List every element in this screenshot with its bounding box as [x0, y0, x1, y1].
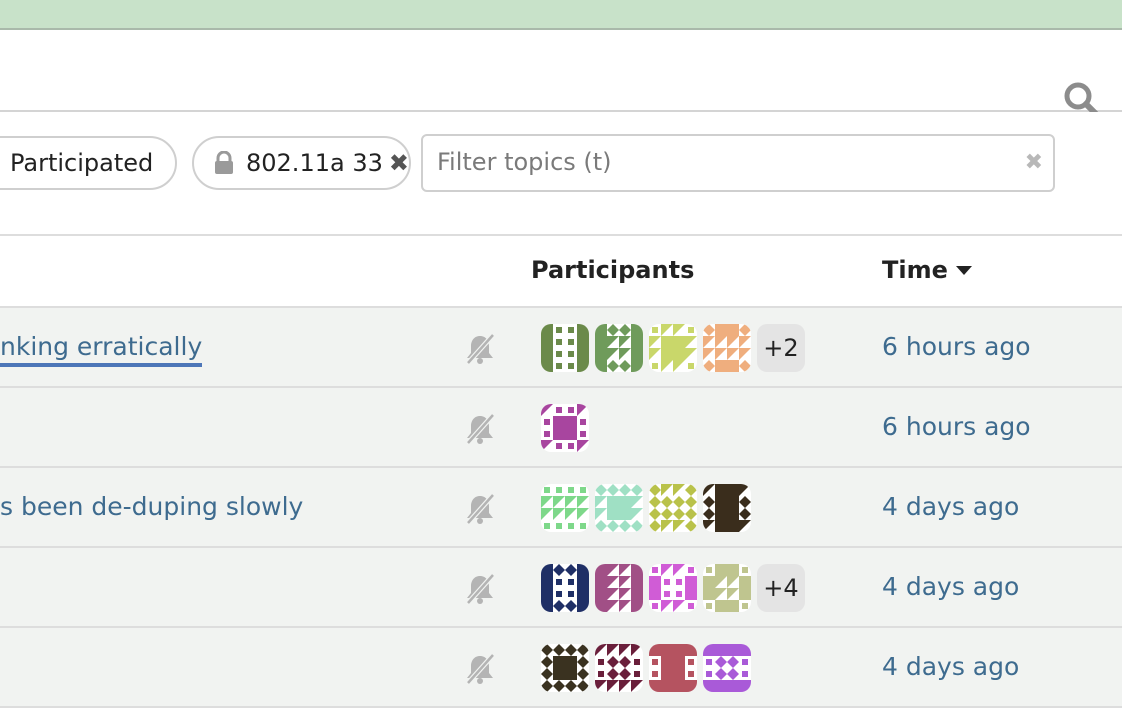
- participant-avatars: +2: [541, 324, 805, 372]
- notification-muted-icon[interactable]: [463, 652, 497, 686]
- topic-row: 6 hours ago: [0, 388, 1122, 468]
- participant-avatar[interactable]: [595, 324, 643, 372]
- topic-row: s been de-duping slowly 4 days ago: [0, 468, 1122, 548]
- topic-row: nking erratically +2 6 hours ago: [0, 308, 1122, 388]
- participant-avatar[interactable]: [541, 564, 589, 612]
- time-column-label: Time: [882, 256, 948, 284]
- notification-muted-icon[interactable]: [463, 572, 497, 606]
- participant-avatars: [541, 644, 757, 692]
- topic-row: 4 days ago: [0, 628, 1122, 708]
- notification-muted-icon[interactable]: [463, 332, 497, 366]
- participant-avatar[interactable]: [541, 324, 589, 372]
- activity-time-link[interactable]: 6 hours ago: [882, 412, 1031, 441]
- participant-avatars: [541, 484, 757, 532]
- category-filter-pill[interactable]: 802.11a 33 ✖: [192, 136, 411, 190]
- remove-category-filter-icon[interactable]: ✖: [389, 149, 409, 177]
- activity-time-link[interactable]: 6 hours ago: [882, 332, 1031, 361]
- participant-avatar[interactable]: [649, 644, 697, 692]
- topic-row: +4 4 days ago: [0, 548, 1122, 628]
- participant-avatar[interactable]: [649, 484, 697, 532]
- participated-filter-label: Participated: [10, 149, 154, 177]
- participant-avatar[interactable]: [703, 644, 751, 692]
- participant-avatar[interactable]: [541, 404, 589, 452]
- more-participants-badge[interactable]: +2: [757, 324, 805, 372]
- participant-avatar[interactable]: [541, 644, 589, 692]
- participant-avatar[interactable]: [703, 484, 751, 532]
- site-header: [0, 30, 1122, 118]
- category-filter-label: 802.11a 33: [246, 149, 383, 177]
- participant-avatar[interactable]: [541, 484, 589, 532]
- sort-descending-icon: [955, 265, 972, 275]
- participant-avatar[interactable]: [649, 324, 697, 372]
- topic-filter-input[interactable]: [435, 136, 999, 188]
- activity-time-link[interactable]: 4 days ago: [882, 572, 1019, 601]
- participant-avatar[interactable]: [649, 564, 697, 612]
- participated-filter-pill[interactable]: Participated: [0, 136, 177, 190]
- participant-avatar[interactable]: [595, 564, 643, 612]
- topic-list: nking erratically +2 6 hours ago 6 hours ag…: [0, 308, 1122, 708]
- clear-filter-icon[interactable]: ✖: [1025, 150, 1043, 175]
- participant-avatar[interactable]: [595, 644, 643, 692]
- notification-muted-icon[interactable]: [463, 412, 497, 446]
- top-header-bar: [0, 0, 1122, 30]
- time-column-header[interactable]: Time: [882, 256, 972, 284]
- topic-title-link[interactable]: s been de-duping slowly: [0, 492, 303, 521]
- more-participants-badge[interactable]: +4: [757, 564, 805, 612]
- activity-time-link[interactable]: 4 days ago: [882, 652, 1019, 681]
- participants-column-header[interactable]: Participants: [531, 256, 694, 284]
- lock-icon: [215, 151, 233, 174]
- topic-title-link[interactable]: nking erratically: [0, 332, 203, 367]
- topic-filter-field: ✖: [421, 134, 1055, 192]
- participant-avatar[interactable]: [703, 324, 751, 372]
- activity-time-link[interactable]: 4 days ago: [882, 492, 1019, 521]
- participant-avatars: +4: [541, 564, 805, 612]
- topic-list-header: Participants Time: [0, 234, 1122, 308]
- notification-muted-icon[interactable]: [463, 492, 497, 526]
- participant-avatars: [541, 404, 595, 452]
- participant-avatar[interactable]: [595, 484, 643, 532]
- participant-avatar[interactable]: [703, 564, 751, 612]
